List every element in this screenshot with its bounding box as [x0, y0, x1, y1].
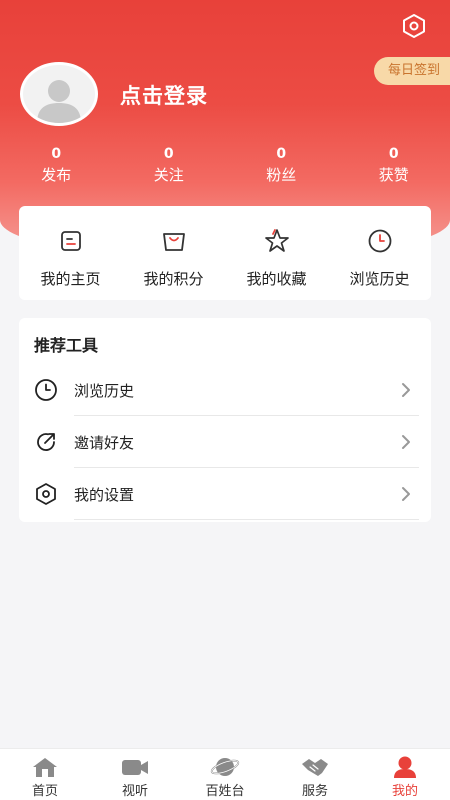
star-icon: [264, 229, 289, 252]
quick-link-label: 浏览历史: [349, 270, 410, 288]
points-bag-icon: [162, 233, 185, 251]
recommended-tools-card: 推荐工具 浏览历史 邀请好友 我的设置: [19, 318, 431, 522]
tab-home[interactable]: 首页: [0, 749, 90, 800]
tab-mine[interactable]: 我的: [360, 749, 450, 800]
stat-label: 获赞: [378, 166, 409, 184]
quick-link-label: 我的收藏: [246, 270, 307, 288]
tab-label: 百姓台: [205, 784, 245, 799]
quick-link-homepage[interactable]: 我的主页: [19, 206, 122, 300]
tool-label: 浏览历史: [74, 381, 135, 400]
stat-followers[interactable]: 0 粉丝: [225, 146, 338, 185]
tools-title: 推荐工具: [34, 336, 99, 355]
tool-browse-history[interactable]: 浏览历史: [19, 364, 431, 416]
stat-count: 0: [388, 146, 399, 162]
stat-likes[interactable]: 0 获赞: [338, 146, 450, 185]
tab-label: 我的: [391, 784, 418, 799]
share-icon: [37, 433, 55, 451]
tool-label: 我的设置: [74, 485, 135, 504]
tool-label: 邀请好友: [74, 433, 135, 452]
stats-row: 0 发布 0 关注 0 粉丝 0 获赞: [0, 146, 450, 185]
login-link[interactable]: 点击登录: [120, 80, 208, 110]
tab-label: 服务: [301, 784, 328, 799]
bottom-tab-bar: 首页 视听 百姓台 服务 我的: [0, 748, 450, 800]
chevron-right-icon: [402, 487, 410, 501]
quick-link-label: 我的积分: [143, 270, 204, 288]
quick-links-card: 我的主页 我的积分 我的收藏 浏览历史: [19, 206, 431, 300]
stat-label: 发布: [41, 166, 72, 184]
stat-following[interactable]: 0 关注: [113, 146, 226, 185]
daily-checkin-button[interactable]: 每日签到: [373, 57, 450, 85]
chevron-right-icon: [402, 435, 410, 449]
chevron-right-icon: [402, 383, 410, 397]
avatar[interactable]: [20, 62, 98, 126]
tab-services[interactable]: 服务: [270, 749, 360, 800]
tool-my-settings[interactable]: 我的设置: [19, 468, 431, 520]
planet-icon: [210, 758, 240, 776]
user-silhouette-icon: [37, 80, 81, 123]
tool-invite-friends[interactable]: 邀请好友: [19, 416, 431, 468]
quick-link-history[interactable]: 浏览历史: [328, 206, 431, 300]
stat-label: 关注: [153, 166, 184, 184]
tab-video[interactable]: 视听: [90, 749, 180, 800]
divider: [74, 519, 419, 520]
clock-icon: [35, 379, 57, 401]
clock-icon: [368, 229, 391, 253]
stat-count: 0: [276, 146, 287, 162]
tab-community[interactable]: 百姓台: [180, 749, 270, 800]
handshake-icon: [302, 759, 328, 776]
quick-link-label: 我的主页: [40, 270, 101, 288]
tab-label: 视听: [121, 784, 148, 799]
stat-label: 粉丝: [266, 166, 297, 184]
settings-button[interactable]: [400, 12, 428, 40]
stat-posts[interactable]: 0 发布: [0, 146, 113, 185]
settings-hex-icon: [36, 483, 56, 505]
homepage-icon: [60, 231, 81, 251]
video-icon: [122, 760, 148, 775]
tab-label: 首页: [31, 784, 58, 799]
profile-icon: [394, 756, 416, 778]
home-icon: [33, 758, 57, 777]
stat-count: 0: [163, 146, 174, 162]
stat-count: 0: [51, 146, 62, 162]
quick-link-points[interactable]: 我的积分: [122, 206, 225, 300]
settings-hex-icon: [403, 14, 425, 38]
quick-link-favorites[interactable]: 我的收藏: [225, 206, 328, 300]
